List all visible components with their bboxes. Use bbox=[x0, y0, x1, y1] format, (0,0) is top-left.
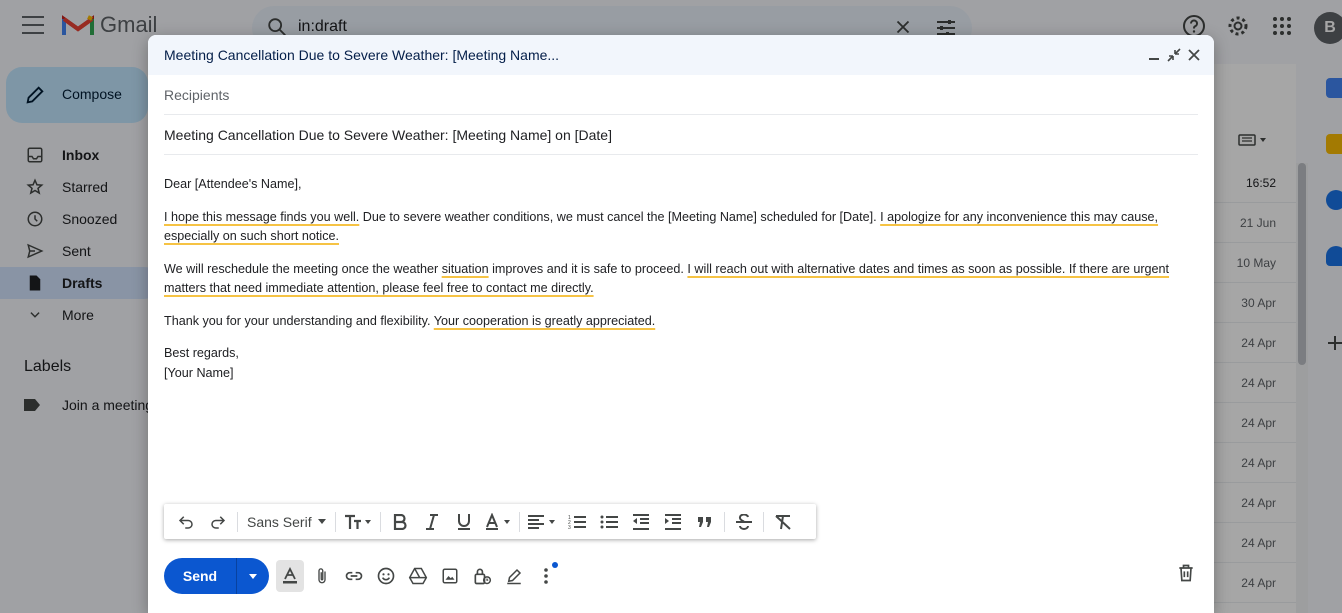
more-options-icon[interactable] bbox=[530, 560, 562, 592]
exit-fullscreen-icon[interactable] bbox=[1166, 47, 1182, 63]
message-body[interactable]: Dear [Attendee's Name], I hope this mess… bbox=[164, 175, 1204, 383]
closing-line: Best regards, bbox=[164, 346, 239, 360]
indent-more-icon[interactable] bbox=[657, 508, 689, 536]
emoji-icon[interactable] bbox=[370, 560, 402, 592]
grammar-suggestion[interactable]: I hope this message finds you well. bbox=[164, 210, 359, 224]
font-family-select[interactable]: Sans Serif bbox=[241, 508, 332, 536]
caret-down-icon bbox=[317, 519, 326, 524]
underline-icon[interactable] bbox=[448, 508, 480, 536]
compose-header[interactable]: Meeting Cancellation Due to Severe Weath… bbox=[148, 35, 1214, 75]
align-icon[interactable] bbox=[523, 508, 561, 536]
text-size-icon[interactable] bbox=[339, 508, 377, 536]
compose-actions bbox=[276, 560, 562, 592]
formatting-options-icon[interactable] bbox=[276, 560, 304, 592]
body-paragraph: We will reschedule the meeting once the … bbox=[164, 260, 1204, 299]
toolbar-divider bbox=[379, 511, 381, 532]
body-text: Due to severe weather conditions, we mus… bbox=[359, 209, 881, 224]
svg-text:3: 3 bbox=[568, 525, 571, 530]
formatting-toolbar: Sans Serif 123 bbox=[164, 504, 816, 539]
toolbar-divider bbox=[762, 511, 764, 532]
caret-down-icon bbox=[249, 573, 257, 579]
body-text: Thank you for your understanding and fle… bbox=[164, 313, 434, 328]
text-color-icon[interactable] bbox=[480, 508, 516, 536]
greeting-line: Dear [Attendee's Name], bbox=[164, 177, 302, 191]
grammar-suggestion[interactable]: Your cooperation is greatly appreciated. bbox=[434, 314, 655, 328]
compose-window: Meeting Cancellation Due to Severe Weath… bbox=[148, 35, 1214, 613]
indent-less-icon[interactable] bbox=[625, 508, 657, 536]
insert-photo-icon[interactable] bbox=[434, 560, 466, 592]
numbered-list-icon[interactable]: 123 bbox=[561, 508, 593, 536]
body-paragraph: I hope this message finds you well. Due … bbox=[164, 208, 1204, 247]
toolbar-divider bbox=[518, 511, 520, 532]
signature-line: [Your Name] bbox=[164, 365, 234, 380]
toolbar-divider bbox=[334, 511, 336, 532]
subject-field[interactable]: Meeting Cancellation Due to Severe Weath… bbox=[164, 115, 1198, 155]
attach-file-icon[interactable] bbox=[306, 560, 338, 592]
send-button-group: Send bbox=[164, 558, 269, 594]
body-text: improves and it is safe to proceed. bbox=[488, 261, 688, 276]
remove-formatting-icon[interactable] bbox=[767, 508, 799, 536]
redo-icon[interactable] bbox=[202, 508, 234, 536]
schedule-send-dropdown[interactable] bbox=[236, 558, 269, 594]
body-text: We will reschedule the meeting once the … bbox=[164, 261, 442, 276]
toolbar-divider bbox=[723, 511, 725, 532]
insert-link-icon[interactable] bbox=[338, 560, 370, 592]
google-drive-icon[interactable] bbox=[402, 560, 434, 592]
discard-draft-icon[interactable] bbox=[1176, 563, 1196, 583]
minimize-icon[interactable] bbox=[1146, 47, 1162, 63]
signature-pen-icon[interactable] bbox=[498, 560, 530, 592]
grammar-suggestion[interactable]: situation bbox=[442, 262, 489, 276]
confidential-mode-icon[interactable] bbox=[466, 560, 498, 592]
strikethrough-icon[interactable] bbox=[728, 508, 760, 536]
bold-icon[interactable] bbox=[384, 508, 416, 536]
notification-dot bbox=[552, 562, 558, 568]
compose-title: Meeting Cancellation Due to Severe Weath… bbox=[164, 47, 560, 63]
close-icon[interactable] bbox=[1186, 47, 1202, 63]
undo-icon[interactable] bbox=[170, 508, 202, 536]
send-button[interactable]: Send bbox=[164, 558, 236, 594]
body-paragraph: Thank you for your understanding and fle… bbox=[164, 312, 1204, 332]
bulleted-list-icon[interactable] bbox=[593, 508, 625, 536]
font-family-value: Sans Serif bbox=[247, 513, 312, 530]
recipients-field[interactable]: Recipients bbox=[164, 75, 1198, 115]
quote-icon[interactable] bbox=[689, 508, 721, 536]
toolbar-divider bbox=[237, 511, 238, 532]
italic-icon[interactable] bbox=[416, 508, 448, 536]
